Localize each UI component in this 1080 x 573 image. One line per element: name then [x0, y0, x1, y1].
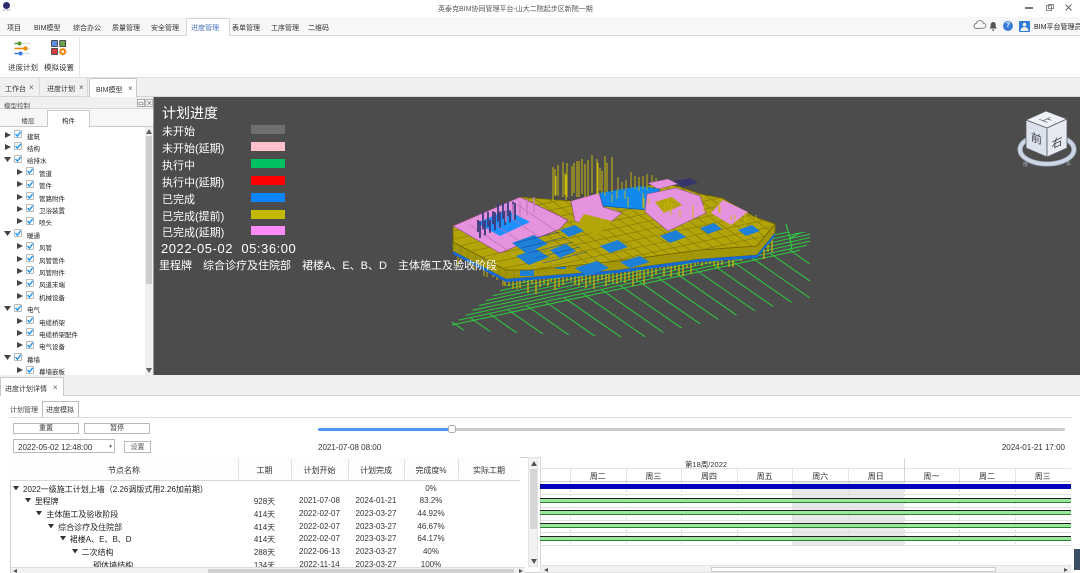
- svg-text:南: 南: [1023, 161, 1028, 168]
- svg-text:东: 东: [1066, 160, 1071, 167]
